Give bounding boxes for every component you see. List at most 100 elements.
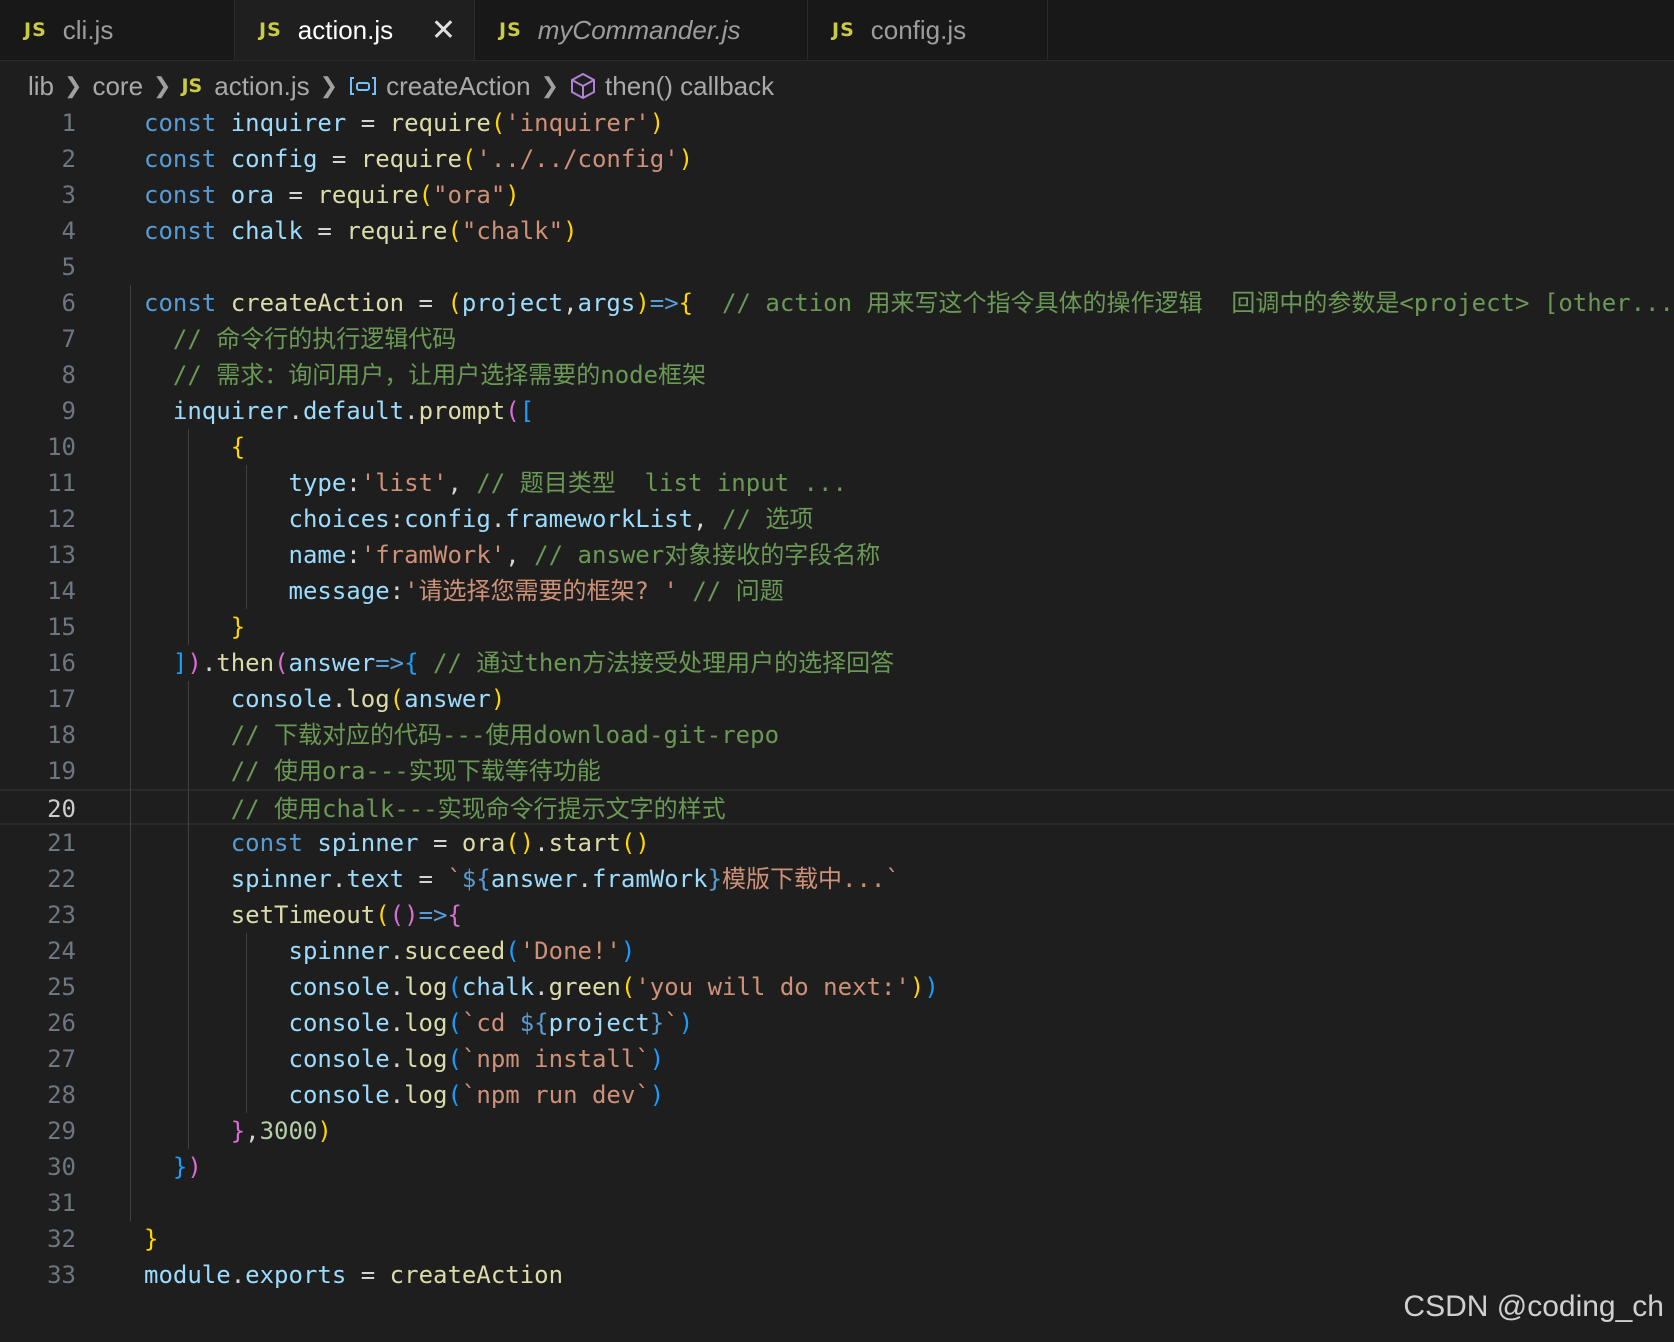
- code-line[interactable]: 8 // 需求：询问用户，让用户选择需要的node框架: [0, 357, 1674, 393]
- breadcrumb-item-core[interactable]: core: [92, 71, 143, 102]
- editor-tab-bar: JS cli.js JS action.js ✕ JS myCommander.…: [0, 0, 1674, 61]
- line-number: 10: [47, 433, 76, 461]
- code-text: console.log(`npm run dev`): [288, 1081, 665, 1109]
- line-number: 33: [47, 1261, 76, 1289]
- tab-config-js[interactable]: JS config.js: [808, 0, 1048, 60]
- code-text: message:'请选择您需要的框架? ' // 问题: [288, 577, 784, 605]
- code-line[interactable]: 30 }): [0, 1149, 1674, 1185]
- tab-label: action.js: [297, 14, 394, 45]
- js-file-icon: JS: [24, 19, 47, 41]
- code-line[interactable]: 4 const chalk = require("chalk"): [0, 213, 1674, 249]
- line-number: 15: [47, 613, 76, 641]
- code-line[interactable]: 31: [0, 1185, 1674, 1221]
- code-line[interactable]: 12 choices:config.frameworkList, // 选项: [0, 501, 1674, 537]
- code-text: console.log(answer): [230, 685, 506, 713]
- line-number: 7: [61, 325, 76, 353]
- line-number: 24: [47, 937, 76, 965]
- code-line[interactable]: 5: [0, 249, 1674, 285]
- code-line[interactable]: 1 const inquirer = require('inquirer'): [0, 105, 1674, 141]
- code-line[interactable]: 7 // 命令行的执行逻辑代码: [0, 321, 1674, 357]
- line-number: 30: [47, 1153, 76, 1181]
- code-text: choices:config.frameworkList, // 选项: [288, 505, 814, 533]
- tab-action-js[interactable]: JS action.js ✕: [235, 0, 475, 60]
- code-text: const config = require('../../config'): [144, 145, 694, 173]
- code-editor[interactable]: 1 const inquirer = require('inquirer') 2 co…: [0, 105, 1674, 1315]
- line-number: 18: [47, 721, 76, 749]
- code-text: type:'list', // 题目类型 list input ...: [288, 469, 847, 497]
- chevron-right-icon: ❯: [153, 73, 172, 98]
- code-line[interactable]: 20 // 使用chalk---实现命令行提示文字的样式: [0, 789, 1674, 825]
- code-line[interactable]: 9 inquirer.default.prompt([: [0, 393, 1674, 429]
- line-number: 6: [61, 289, 76, 317]
- code-text: spinner.succeed('Done!'): [288, 937, 636, 965]
- code-line[interactable]: 21 const spinner = ora().start(): [0, 825, 1674, 861]
- tab-label: cli.js: [62, 14, 114, 45]
- code-line[interactable]: 3 const ora = require("ora"): [0, 177, 1674, 213]
- tab-cli-js[interactable]: JS cli.js: [0, 0, 235, 60]
- code-line[interactable]: 32}: [0, 1221, 1674, 1257]
- js-file-icon: JS: [181, 75, 203, 97]
- breadcrumb-item-createaction[interactable]: createAction: [386, 71, 531, 102]
- line-number: 27: [47, 1045, 76, 1073]
- line-number: 19: [47, 757, 76, 785]
- code-line[interactable]: 18 // 下载对应的代码---使用download-git-repo: [0, 717, 1674, 753]
- line-number: 26: [47, 1009, 76, 1037]
- code-text: spinner.text = `${answer.framWork}模版下载中.…: [230, 865, 900, 893]
- line-number: 12: [47, 505, 76, 533]
- code-line[interactable]: 17 console.log(answer): [0, 681, 1674, 717]
- indent-guide: [188, 429, 189, 645]
- line-number: 32: [47, 1225, 76, 1253]
- code-text: // 命令行的执行逻辑代码: [172, 325, 457, 353]
- code-line[interactable]: 27 console.log(`npm install`): [0, 1041, 1674, 1077]
- code-line[interactable]: 33 module.exports = createAction: [0, 1257, 1674, 1293]
- watermark: CSDN @coding_ch: [1403, 1290, 1664, 1323]
- code-line[interactable]: 22 spinner.text = `${answer.framWork}模版下…: [0, 861, 1674, 897]
- code-text: }): [172, 1153, 202, 1181]
- chevron-right-icon: ❯: [64, 73, 83, 98]
- close-icon[interactable]: ✕: [431, 13, 456, 48]
- indent-guide: [246, 933, 247, 1113]
- code-line[interactable]: 10 {: [0, 429, 1674, 465]
- breadcrumb-item-then-callback[interactable]: then() callback: [605, 71, 774, 102]
- code-line[interactable]: 13 name:'framWork', // answer对象接收的字段名称: [0, 537, 1674, 573]
- code-line[interactable]: 25 console.log(chalk.green('you will do …: [0, 969, 1674, 1005]
- js-file-icon: JS: [832, 19, 855, 41]
- code-text: inquirer.default.prompt([: [172, 397, 535, 425]
- line-number: 5: [61, 253, 76, 281]
- code-line[interactable]: 26 console.log(`cd ${project}`): [0, 1005, 1674, 1041]
- line-number: 9: [61, 397, 76, 425]
- breadcrumb-item-lib[interactable]: lib: [28, 71, 54, 102]
- code-line[interactable]: 19 // 使用ora---实现下载等待功能: [0, 753, 1674, 789]
- code-line[interactable]: 2 const config = require('../../config'): [0, 141, 1674, 177]
- code-line[interactable]: 29 },3000): [0, 1113, 1674, 1149]
- chevron-right-icon: ❯: [319, 73, 339, 98]
- js-file-icon: JS: [259, 19, 282, 41]
- line-number: 20: [47, 795, 76, 823]
- code-text: console.log(`cd ${project}`): [288, 1009, 694, 1037]
- tab-label: config.js: [870, 14, 967, 45]
- line-number: 21: [47, 829, 76, 857]
- tab-mycommander-js[interactable]: JS myCommander.js: [475, 0, 808, 60]
- code-line[interactable]: 16 ]).then(answer=>{ // 通过then方法接受处理用户的选…: [0, 645, 1674, 681]
- code-line[interactable]: 23 setTimeout(()=>{: [0, 897, 1674, 933]
- code-text: name:'framWork', // answer对象接收的字段名称: [288, 541, 881, 569]
- code-text: const spinner = ora().start(): [230, 829, 650, 857]
- breadcrumb-item-file[interactable]: action.js: [214, 71, 309, 102]
- line-number: 31: [47, 1189, 76, 1217]
- line-number: 23: [47, 901, 76, 929]
- code-text: // 使用chalk---实现命令行提示文字的样式: [230, 795, 726, 823]
- line-number: 2: [61, 145, 76, 173]
- line-number: 14: [47, 577, 76, 605]
- code-text: const ora = require("ora"): [144, 181, 520, 209]
- code-line[interactable]: 28 console.log(`npm run dev`): [0, 1077, 1674, 1113]
- code-line[interactable]: 15 }: [0, 609, 1674, 645]
- code-text: }: [144, 1225, 159, 1253]
- code-line[interactable]: 11 type:'list', // 题目类型 list input ...: [0, 465, 1674, 501]
- code-line[interactable]: 6 const createAction = (project,args)=>{ …: [0, 285, 1674, 321]
- line-number: 29: [47, 1117, 76, 1145]
- code-text: }: [230, 613, 246, 641]
- code-line[interactable]: 14 message:'请选择您需要的框架? ' // 问题: [0, 573, 1674, 609]
- line-number: 13: [47, 541, 76, 569]
- code-line[interactable]: 24 spinner.succeed('Done!'): [0, 933, 1674, 969]
- indent-guide: [130, 285, 131, 1221]
